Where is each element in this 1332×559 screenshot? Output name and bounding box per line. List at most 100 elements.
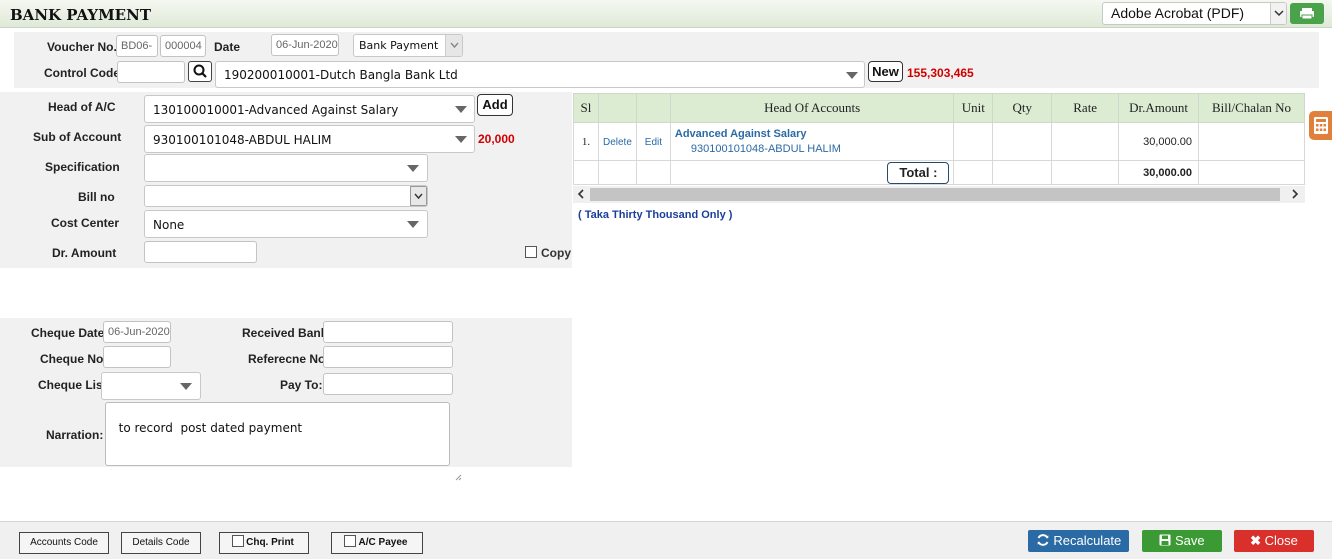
column-header: Head Of Accounts xyxy=(669,93,955,123)
column-header: Dr.Amount xyxy=(1118,93,1200,123)
bill-no-label: Bill no xyxy=(78,190,115,204)
calculator-icon xyxy=(1314,117,1328,134)
save-label: Save xyxy=(1174,533,1205,548)
head-of-ac-select[interactable]: 130100010001-Advanced Against Salary xyxy=(144,95,475,123)
sub-of-account-select[interactable]: 930100101048-ABDUL HALIM xyxy=(144,125,475,153)
resize-handle-icon[interactable] xyxy=(440,456,462,481)
scroll-left-icon[interactable] xyxy=(576,188,586,203)
bank-account-value: 190200010001-Dutch Bangla Bank Ltd xyxy=(224,68,458,82)
bottom-toolbar: Accounts Code Details Code Chq. Print A/… xyxy=(0,521,1332,559)
print-button[interactable] xyxy=(1290,3,1324,24)
table-row: 1. Delete Edit Advanced Against Salary 9… xyxy=(573,122,1305,161)
delete-link-text[interactable]: Delete xyxy=(603,137,632,148)
edit-link-text[interactable]: Edit xyxy=(645,137,662,148)
empty-cell xyxy=(573,160,599,185)
cost-center-select[interactable]: None xyxy=(144,210,428,238)
chevron-down-icon xyxy=(455,136,467,143)
chevron-down-icon xyxy=(180,383,192,390)
delete-link[interactable]: Delete xyxy=(597,122,637,161)
copy-checkbox-box[interactable] xyxy=(525,246,537,258)
ac-payee-checkbox[interactable]: A/C Payee xyxy=(331,532,423,554)
row-sub-account: 930100101048-ABDUL HALIM xyxy=(690,143,841,155)
total-row: Total : 30,000.00 xyxy=(573,160,1305,185)
column-header: Qty xyxy=(992,93,1053,123)
sub-of-account-label: Sub of Account xyxy=(33,130,122,144)
cost-center-value: None xyxy=(153,218,185,232)
pay-to-field[interactable] xyxy=(323,373,453,395)
narration-textarea[interactable]: to record post dated payment xyxy=(105,402,462,481)
entries-table: Sl Head Of Accounts Unit Qty Rate Dr.Amo… xyxy=(573,93,1305,185)
print-format-select[interactable]: Adobe Acrobat (PDF) xyxy=(1102,2,1287,25)
cheque-list-label: Cheque List xyxy=(38,378,107,392)
column-header xyxy=(635,93,671,123)
voucher-number-field[interactable]: 000004 xyxy=(160,35,206,57)
voucher-type-value: Bank Payment xyxy=(359,39,439,52)
save-button[interactable]: Save xyxy=(1142,530,1222,552)
cheque-date-label: Cheque Date xyxy=(31,326,105,340)
reference-no-label: Referecne No xyxy=(248,352,326,366)
chevron-down-icon xyxy=(846,72,858,79)
row-qty xyxy=(992,122,1053,161)
column-header: Rate xyxy=(1051,93,1120,123)
scroll-thumb[interactable] xyxy=(590,188,1280,201)
empty-cell xyxy=(992,160,1053,185)
voucher-prefix-field[interactable]: BD06- xyxy=(116,35,158,57)
bank-balance: 155,303,465 xyxy=(907,66,974,80)
scroll-right-icon[interactable] xyxy=(1290,188,1300,203)
row-unit xyxy=(953,122,994,161)
column-header: Sl xyxy=(573,93,599,123)
chevron-down-icon xyxy=(455,106,467,113)
amount-in-words: ( Taka Thirty Thousand Only ) xyxy=(578,209,733,221)
chq-print-checkbox[interactable]: Chq. Print xyxy=(219,532,309,554)
search-icon xyxy=(193,64,207,78)
search-button[interactable] xyxy=(188,61,212,82)
edit-link[interactable]: Edit xyxy=(635,122,671,161)
chq-print-box[interactable] xyxy=(232,535,244,547)
row-head-of-accounts: Advanced Against Salary 930100101048-ABD… xyxy=(669,122,955,161)
chevron-down-icon xyxy=(445,35,462,56)
copy-checkbox[interactable]: Copy xyxy=(525,246,571,260)
specification-select[interactable] xyxy=(144,154,428,182)
accounts-code-button[interactable]: Accounts Code xyxy=(19,532,109,554)
calculator-button[interactable] xyxy=(1309,111,1332,140)
column-header: Bill/Chalan No xyxy=(1198,93,1305,123)
total-label: Total : xyxy=(887,161,950,184)
recalculate-button[interactable]: Recalculate xyxy=(1028,530,1129,552)
horizontal-scrollbar[interactable] xyxy=(573,186,1305,203)
cheque-list-select[interactable] xyxy=(101,372,201,400)
column-header: Unit xyxy=(953,93,994,123)
chevron-down-icon xyxy=(407,165,419,172)
empty-cell xyxy=(635,160,671,185)
received-bank-field[interactable] xyxy=(323,321,453,343)
ac-payee-box[interactable] xyxy=(344,535,356,547)
column-header xyxy=(597,93,637,123)
specification-label: Specification xyxy=(45,160,120,174)
voucher-type-select[interactable]: Bank Payment xyxy=(353,34,463,57)
new-button[interactable]: New xyxy=(868,61,903,82)
empty-cell xyxy=(597,160,637,185)
recalculate-label: Recalculate xyxy=(1053,533,1122,548)
sub-of-account-value: 930100101048-ABDUL HALIM xyxy=(153,133,332,147)
voucher-date-field[interactable]: 06-Jun-2020 xyxy=(271,34,339,56)
reference-no-field[interactable] xyxy=(323,346,453,368)
bank-account-select[interactable]: 190200010001-Dutch Bangla Bank Ltd xyxy=(215,61,865,88)
dr-amount-field[interactable] xyxy=(144,241,257,263)
details-code-button[interactable]: Details Code xyxy=(121,532,201,554)
copy-label: Copy xyxy=(541,246,571,260)
total-amount: 30,000.00 xyxy=(1118,160,1200,185)
narration-value: to record post dated payment xyxy=(118,421,303,435)
cheque-no-field[interactable] xyxy=(103,346,171,368)
cheque-date-field[interactable]: 06-Jun-2020 xyxy=(103,321,171,343)
add-button[interactable]: Add xyxy=(477,94,513,116)
cost-center-label: Cost Center xyxy=(51,216,120,230)
control-code-field[interactable] xyxy=(117,61,185,83)
close-button[interactable]: ✖ Close xyxy=(1234,530,1314,552)
dr-amount-label: Dr. Amount xyxy=(52,246,117,260)
empty-cell xyxy=(1051,160,1120,185)
empty-cell xyxy=(1198,160,1305,185)
row-amount: 30,000.00 xyxy=(1118,122,1200,161)
row-sl: 1. xyxy=(573,122,599,161)
head-of-ac-label: Head of A/C xyxy=(48,100,116,114)
bill-no-select[interactable] xyxy=(144,185,428,207)
print-format-value: Adobe Acrobat (PDF) xyxy=(1111,5,1245,21)
